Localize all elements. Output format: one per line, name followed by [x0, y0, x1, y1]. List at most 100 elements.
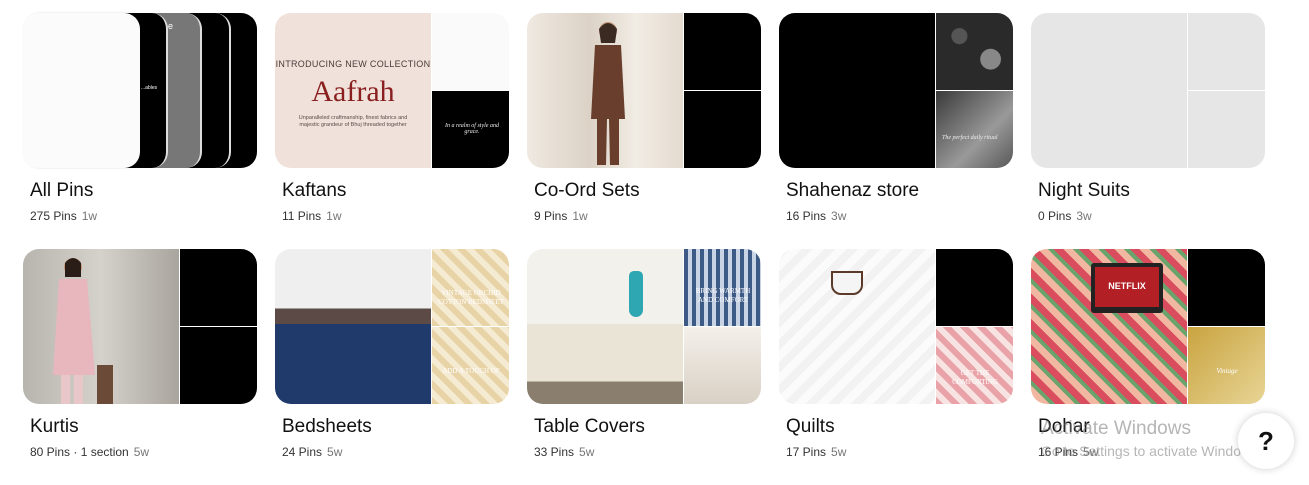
- cover-placeholder: [1031, 13, 1187, 168]
- pin-count: 11 Pins: [282, 209, 322, 223]
- board-title[interactable]: Quilts: [786, 416, 835, 438]
- cover-image: [527, 249, 683, 404]
- cover-image: [779, 13, 935, 168]
- cover-image: [180, 327, 257, 404]
- cover-image: VINTAGE ORCHID COTTON BEDSHEET: [432, 249, 509, 326]
- pin-count: 9 Pins: [534, 209, 568, 223]
- board-meta: 0 Pins 3w: [1038, 209, 1092, 223]
- cover-image: [527, 13, 683, 168]
- board-title[interactable]: Bedsheets: [282, 416, 372, 438]
- cover-text: ...ables: [141, 85, 158, 91]
- board-title[interactable]: Table Covers: [534, 416, 645, 438]
- pin-count: 24 Pins: [282, 445, 323, 459]
- cover-text: VINTAGE ORCHID COTTON BEDSHEET: [438, 289, 504, 306]
- board-cover: GET THE COMFORTING: [779, 249, 1013, 404]
- cover-text: BRING WARMTH AND COMFORT: [695, 287, 751, 304]
- board-age: 1w: [572, 209, 588, 223]
- section-count: · 1 section: [70, 445, 129, 459]
- cover-text: INTRODUCING NEW COLLECTION: [275, 59, 431, 69]
- board-age: 3w: [831, 209, 847, 223]
- board-title[interactable]: Shahenaz store: [786, 180, 919, 202]
- cover-placeholder: [1188, 13, 1265, 90]
- board-title[interactable]: Kaftans: [282, 180, 346, 202]
- cover-image: GET THE COMFORTING: [936, 327, 1013, 404]
- board-meta: 80 Pins · 1 section 5w: [30, 445, 149, 459]
- cover-text: Vintage: [1216, 367, 1238, 375]
- cover-image: [275, 249, 431, 404]
- cover-image: INTRODUCING NEW COLLECTION Aafrah Unpara…: [275, 13, 431, 168]
- board-title[interactable]: All Pins: [30, 180, 93, 202]
- board-quilts[interactable]: GET THE COMFORTING Quilts 17 Pins 5w: [779, 249, 1013, 485]
- board-kurtis[interactable]: Kurtis 80 Pins · 1 section 5w: [23, 249, 257, 485]
- board-night-suits[interactable]: Night Suits 0 Pins 3w: [1031, 13, 1265, 249]
- cover-image: In a realm of style and grace.: [432, 91, 509, 168]
- board-all-pins[interactable]: ...ables e All Pins 275 Pins 1w: [23, 13, 257, 249]
- board-meta: 16 Pins 3w: [786, 209, 846, 223]
- board-meta: 11 Pins 1w: [282, 209, 341, 223]
- board-cover: [23, 249, 257, 404]
- cover-text: Aafrah: [311, 75, 395, 108]
- board-cover: [527, 13, 761, 168]
- pin-count: 80 Pins: [30, 445, 71, 459]
- pin-count: 275 Pins: [30, 209, 77, 223]
- cover-placeholder: [1188, 91, 1265, 168]
- pin-count: 33 Pins: [534, 445, 575, 459]
- cover-image: [1188, 249, 1265, 326]
- board-shahenaz-store[interactable]: The perfect daily ritual Shahenaz store …: [779, 13, 1013, 249]
- cover-image: [684, 13, 761, 90]
- board-age: 1w: [81, 209, 98, 223]
- cover-image: ADD A TOUCH OF: [432, 327, 509, 404]
- board-meta: 275 Pins 1w: [30, 209, 97, 223]
- board-meta: 33 Pins 5w: [534, 445, 594, 459]
- board-title[interactable]: Kurtis: [30, 416, 79, 438]
- cover-image: BRING WARMTH AND COMFORT: [684, 249, 761, 326]
- pin-count: 17 Pins: [786, 445, 827, 459]
- board-age: 5w: [579, 445, 595, 459]
- model-figure: [53, 258, 113, 404]
- model-figure: [591, 22, 625, 165]
- board-cover: [1031, 13, 1265, 168]
- board-cover: The perfect daily ritual: [779, 13, 1013, 168]
- board-cover: INTRODUCING NEW COLLECTION Aafrah Unpara…: [275, 13, 509, 168]
- cover-image: [23, 13, 140, 168]
- cover-image: [779, 249, 935, 404]
- activate-windows-title: Activate Windows: [1041, 418, 1191, 439]
- boards-grid: ...ables e All Pins 275 Pins 1w INTRODUCI…: [23, 13, 1265, 485]
- cover-image: [936, 13, 1013, 90]
- cover-text: GET THE COMFORTING: [952, 369, 998, 386]
- cover-text: The perfect daily ritual: [942, 135, 998, 141]
- board-cover: NETFLIX Vintage: [1031, 249, 1265, 404]
- board-table-covers[interactable]: BRING WARMTH AND COMFORT Table Covers 33…: [527, 249, 761, 485]
- board-meta: 24 Pins 5w: [282, 445, 342, 459]
- cover-image: The perfect daily ritual: [936, 91, 1013, 168]
- board-cover: BRING WARMTH AND COMFORT: [527, 249, 761, 404]
- board-co-ord-sets[interactable]: Co-Ord Sets 9 Pins 1w: [527, 13, 761, 249]
- board-meta: 9 Pins 1w: [534, 209, 588, 223]
- board-age: 5w: [133, 445, 150, 459]
- board-meta: 17 Pins 5w: [786, 445, 846, 459]
- board-age: 5w: [831, 445, 847, 459]
- cover-image: Vintage: [1188, 327, 1265, 404]
- cover-image: NETFLIX: [1031, 249, 1187, 404]
- cover-text: ADD A TOUCH OF: [442, 367, 500, 375]
- cover-image: [23, 249, 179, 404]
- board-cover: ...ables e: [23, 13, 257, 168]
- cover-image: [180, 249, 257, 326]
- help-button[interactable]: ?: [1238, 413, 1294, 469]
- cover-image: [684, 91, 761, 168]
- board-bedsheets[interactable]: VINTAGE ORCHID COTTON BEDSHEET ADD A TOU…: [275, 249, 509, 485]
- vase-illustration: [629, 271, 643, 317]
- board-cover: VINTAGE ORCHID COTTON BEDSHEET ADD A TOU…: [275, 249, 509, 404]
- cover-image: [432, 13, 509, 90]
- teacup-illustration: [831, 271, 863, 295]
- board-title[interactable]: Co-Ord Sets: [534, 180, 640, 202]
- board-kaftans[interactable]: INTRODUCING NEW COLLECTION Aafrah Unpara…: [275, 13, 509, 249]
- board-title[interactable]: Night Suits: [1038, 180, 1130, 202]
- cover-image: [936, 249, 1013, 326]
- pin-count: 16 Pins: [786, 209, 827, 223]
- activate-windows-subtitle: Go to Settings to activate Windows.: [1041, 443, 1262, 459]
- cover-text: NETFLIX: [1108, 281, 1146, 291]
- pin-count: 0 Pins: [1038, 209, 1072, 223]
- cover-image: [684, 327, 761, 404]
- cover-text: Unparalleled craftmanship, finest fabric…: [298, 115, 408, 128]
